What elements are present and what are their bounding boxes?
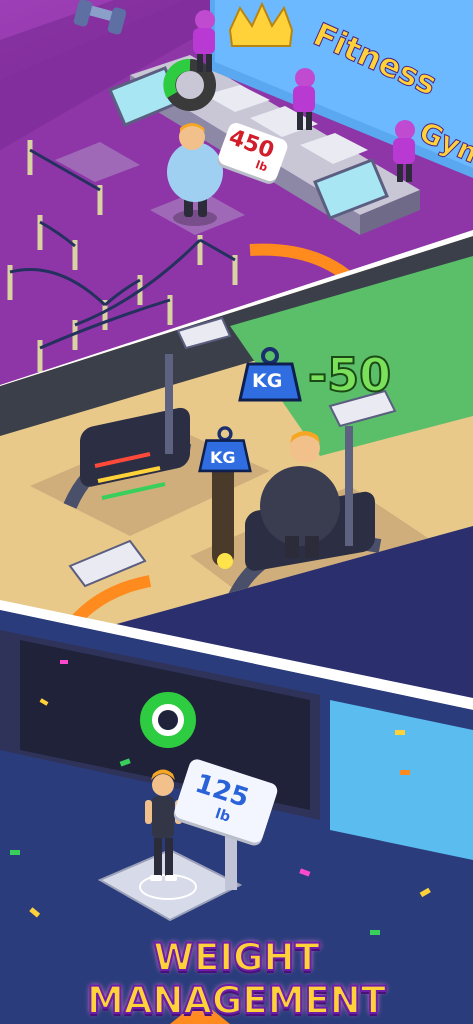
crown-icon — [228, 1, 294, 47]
bottom-scale-unit: lb — [213, 805, 233, 826]
weight-loss-value: -50 — [307, 347, 392, 403]
kg-small-label: KG — [210, 448, 236, 467]
feature-title: WEIGHT MANAGEMENT — [86, 935, 387, 1023]
progress-ring-icon — [140, 692, 196, 748]
kg-badge-label: KG — [252, 370, 283, 392]
top-scale-unit: lb — [253, 158, 270, 175]
